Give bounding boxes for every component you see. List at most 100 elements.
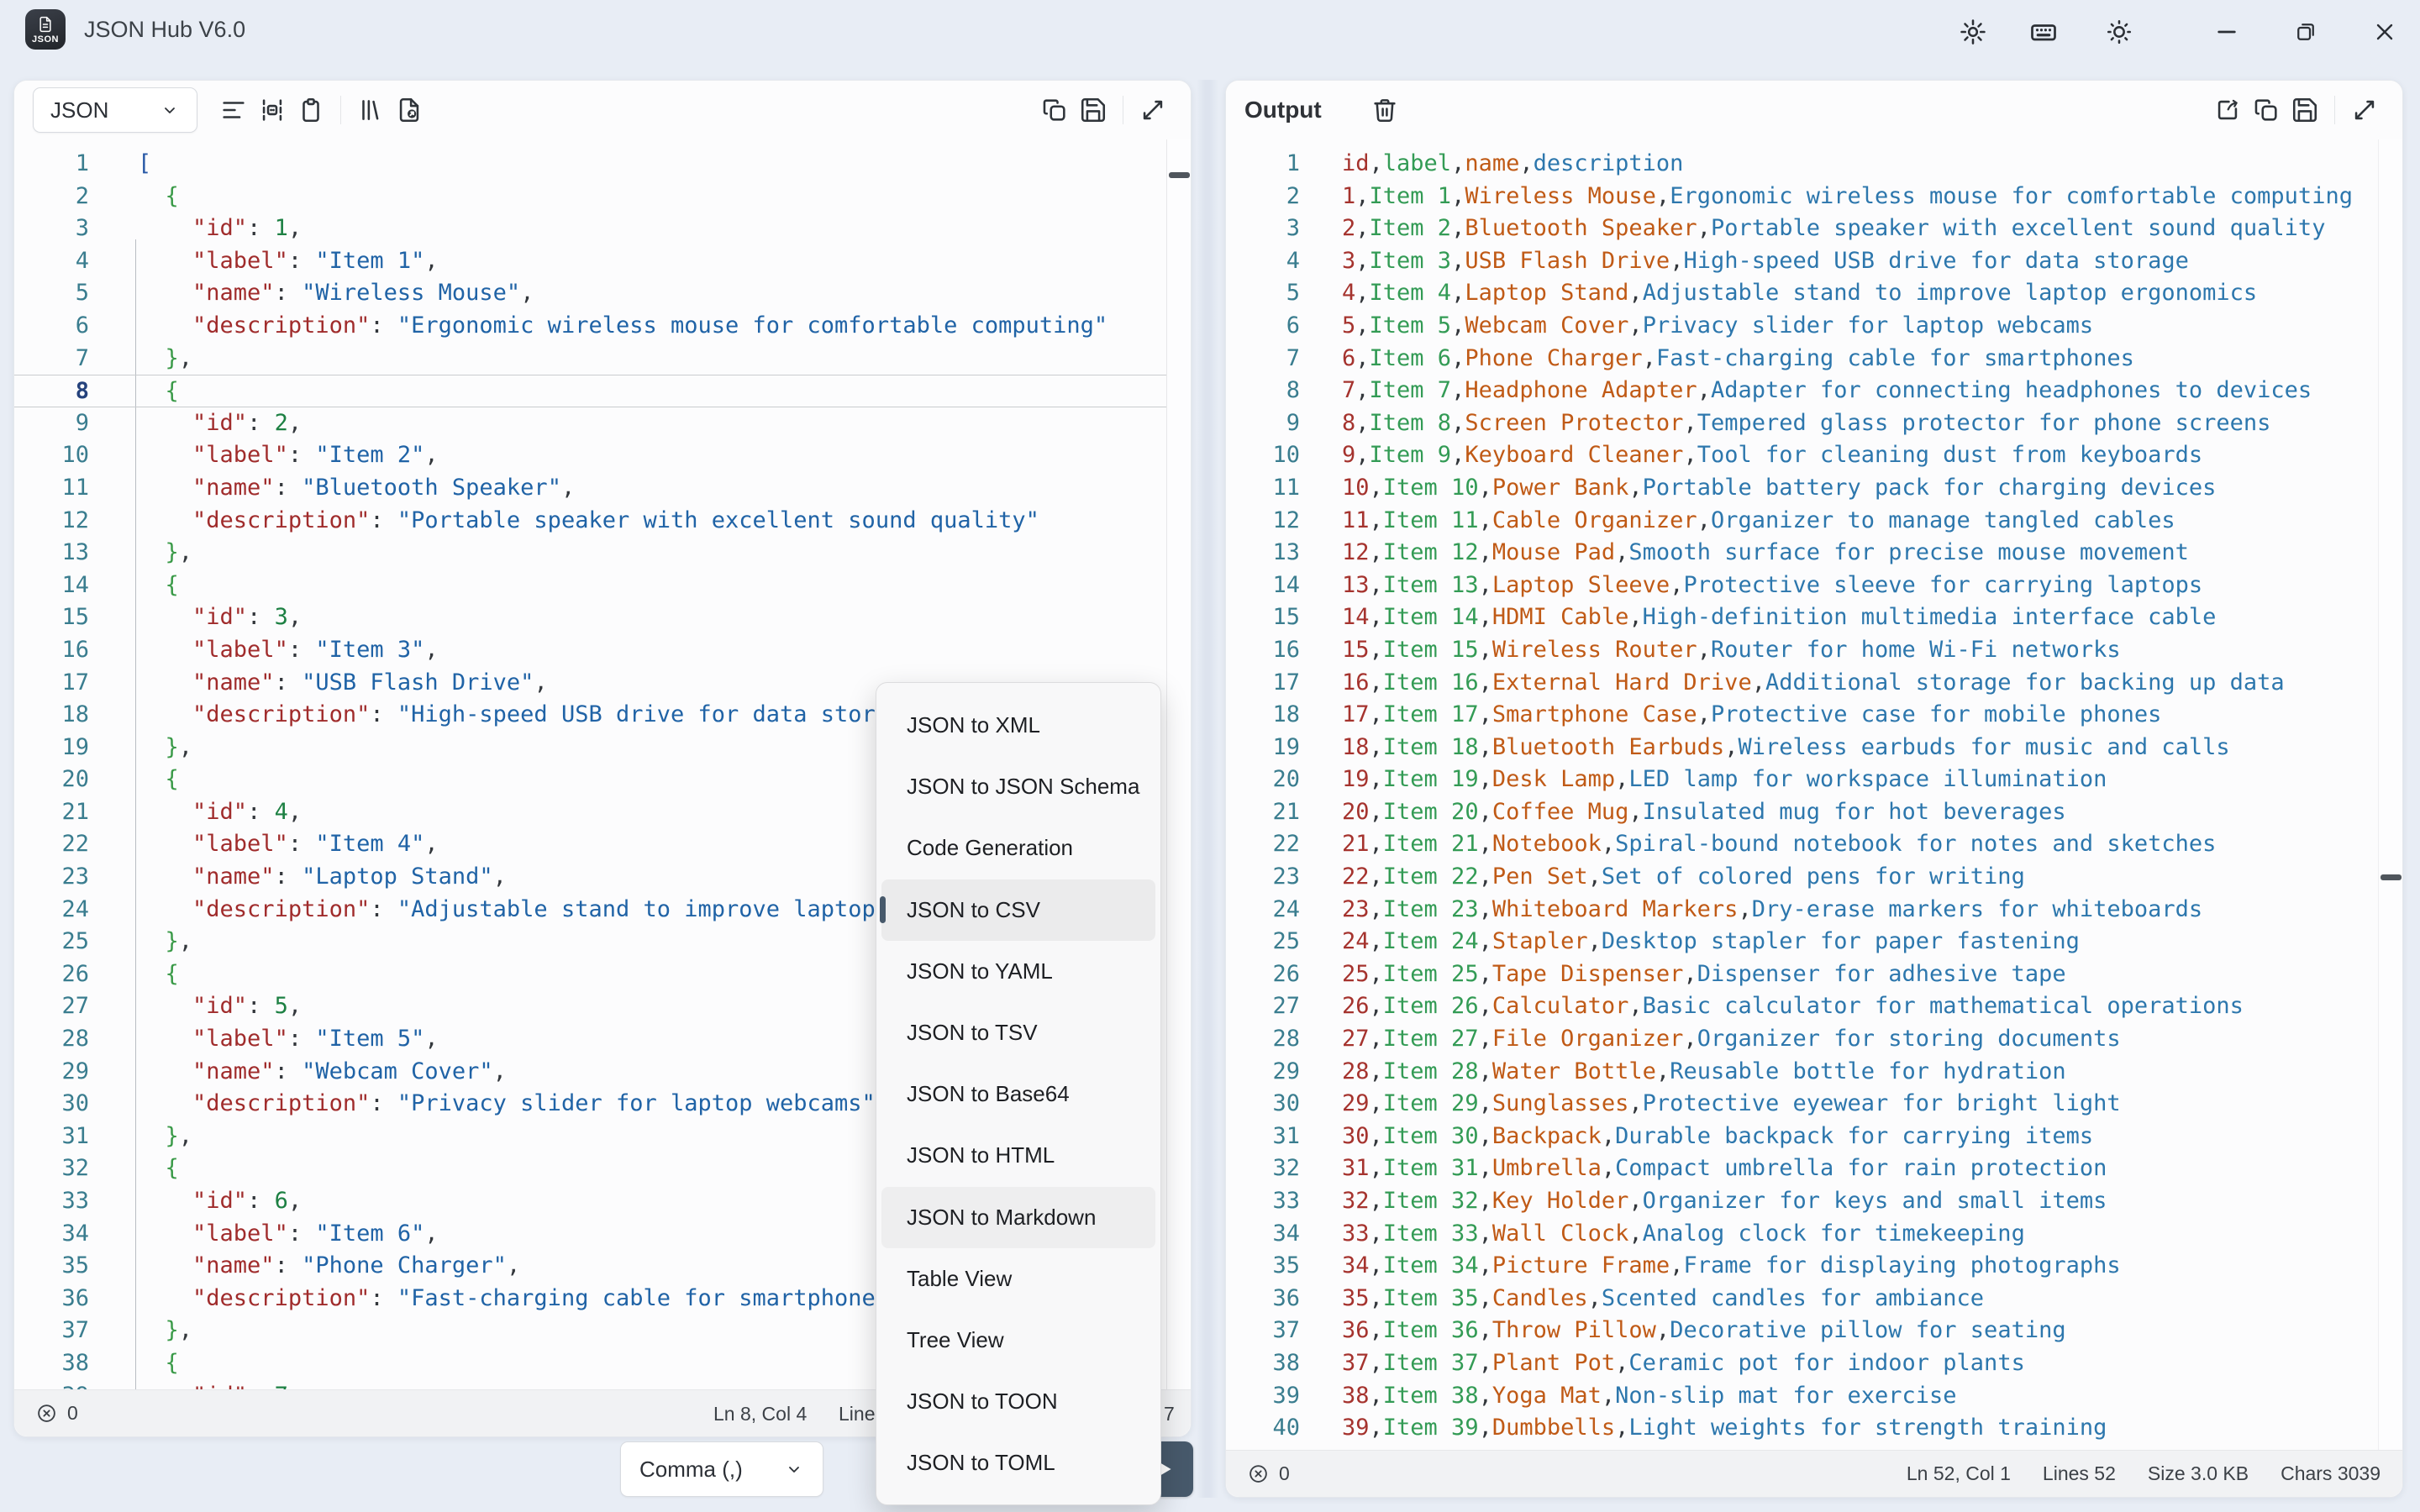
line-content: }, [89, 537, 192, 570]
code-line: 3130,Item 30,Backpack,Durable backpack f… [1226, 1121, 2402, 1153]
code-line: 1615,Item 15,Wireless Router,Router for … [1226, 634, 2402, 667]
code-line: 1id,label,name,description [1226, 148, 2402, 181]
error-count: 0 [67, 1402, 78, 1425]
keyboard-icon[interactable] [2027, 15, 2060, 49]
file-export-icon[interactable] [390, 91, 429, 129]
settings-gear-icon[interactable] [1956, 15, 1990, 49]
cursor-position: Ln 8, Col 4 [713, 1390, 807, 1437]
language-select[interactable]: JSON [33, 87, 197, 133]
line-number: 21 [1226, 796, 1300, 829]
code-line: 43,Item 3,USB Flash Drive,High-speed USB… [1226, 245, 2402, 278]
code-line: 76,Item 6,Phone Charger,Fast-charging ca… [1226, 343, 2402, 375]
line-content: 32,Item 32,Key Holder,Organizer for keys… [1300, 1185, 2107, 1218]
menu-item-label: JSON to Base64 [907, 1081, 1070, 1107]
maximize-restore-button[interactable] [2289, 15, 2323, 49]
circle-x-icon [36, 1403, 57, 1424]
line-content: 38,Item 38,Yoga Mat,Non-slip mat for exe… [1300, 1380, 1957, 1413]
menu-item-label: JSON to TSV [907, 1020, 1038, 1046]
compact-icon[interactable] [253, 91, 292, 129]
line-content: { [89, 375, 179, 407]
expand-icon[interactable] [1134, 91, 1172, 129]
delimiter-select[interactable]: Comma (,) [620, 1441, 823, 1497]
menu-item-json-to-toon[interactable]: JSON to TOON [881, 1371, 1155, 1432]
line-content: 34,Item 34,Picture Frame,Frame for displ… [1300, 1250, 2121, 1283]
menu-item-json-to-yaml[interactable]: JSON to YAML [881, 941, 1155, 1002]
line-number: 3 [14, 213, 89, 245]
save-icon[interactable] [1074, 91, 1113, 129]
line-number: 29 [14, 1056, 89, 1089]
left-scrollbar-thumb[interactable] [1169, 172, 1190, 178]
line-number: 14 [1226, 570, 1300, 602]
toolbar-separator [2334, 96, 2335, 124]
expand-icon[interactable] [2345, 91, 2384, 129]
menu-item-json-to-base64[interactable]: JSON to Base64 [881, 1063, 1155, 1125]
code-line: 65,Item 5,Webcam Cover,Privacy slider fo… [1226, 310, 2402, 343]
toolbar-separator [340, 96, 341, 124]
theme-sun-icon[interactable] [2102, 15, 2136, 49]
app-title: JSON Hub V6.0 [84, 0, 245, 59]
line-number: 27 [14, 990, 89, 1023]
code-line: 32,Item 2,Bluetooth Speaker,Portable spe… [1226, 213, 2402, 245]
line-number: 13 [14, 537, 89, 570]
copy-icon[interactable] [2247, 91, 2286, 129]
app-logo-label: JSON [32, 34, 59, 45]
line-number: 17 [1226, 667, 1300, 700]
menu-item-label: Code Generation [907, 835, 1073, 861]
code-line: 16 "label": "Item 3", [14, 634, 1191, 667]
line-number: 16 [1226, 634, 1300, 667]
line-content: { [89, 570, 179, 602]
line-number: 19 [1226, 732, 1300, 764]
panel-divider[interactable] [1197, 80, 1218, 1498]
line-content: "label": "Item 1", [89, 245, 439, 278]
menu-item-json-to-toml[interactable]: JSON to TOML [881, 1432, 1155, 1494]
line-content: "id": 3, [89, 601, 302, 634]
right-scrollbar-thumb[interactable] [2381, 874, 2402, 880]
menu-item-code-generation[interactable]: Code Generation [881, 817, 1155, 879]
lines-stat-fragment: Line [839, 1390, 875, 1437]
menu-item-json-to-html[interactable]: JSON to HTML [881, 1125, 1155, 1186]
line-content: 39,Item 39,Dumbbells,Light weights for s… [1300, 1412, 2107, 1445]
minimize-button[interactable] [2210, 15, 2244, 49]
line-content: 30,Item 30,Backpack,Durable backpack for… [1300, 1121, 2093, 1153]
line-number: 5 [1226, 277, 1300, 310]
save-icon[interactable] [2286, 91, 2324, 129]
line-content: 12,Item 12,Mouse Pad,Smooth surface for … [1300, 537, 2189, 570]
line-number: 7 [14, 343, 89, 375]
menu-item-json-to-csv[interactable]: JSON to CSV [881, 879, 1155, 941]
line-number: 30 [14, 1088, 89, 1121]
menu-item-table-view[interactable]: Table View [881, 1248, 1155, 1310]
menu-item-json-to-markdown[interactable]: JSON to Markdown [881, 1187, 1155, 1248]
line-number: 6 [14, 310, 89, 343]
csv-output-editor[interactable]: 1id,label,name,description21,Item 1,Wire… [1226, 139, 2402, 1450]
line-content: "label": "Item 2", [89, 439, 439, 472]
line-content: 36,Item 36,Throw Pillow,Decorative pillo… [1300, 1315, 2066, 1347]
code-line: 12 "description": "Portable speaker with… [14, 505, 1191, 538]
code-line: 3231,Item 31,Umbrella,Compact umbrella f… [1226, 1152, 2402, 1185]
menu-item-label: JSON to YAML [907, 958, 1053, 984]
line-content: 28,Item 28,Water Bottle,Reusable bottle … [1300, 1056, 2066, 1089]
library-columns-icon[interactable] [351, 91, 390, 129]
paste-clipboard-icon[interactable] [292, 91, 330, 129]
menu-item-json-to-xml[interactable]: JSON to XML [881, 695, 1155, 756]
language-select-value: JSON [50, 97, 108, 123]
left-scrollbar[interactable] [1166, 139, 1191, 1389]
menu-item-json-to-json-schema[interactable]: JSON to JSON Schema [881, 756, 1155, 817]
menu-item-tree-view[interactable]: Tree View [881, 1310, 1155, 1371]
line-content: "label": "Item 5", [89, 1023, 439, 1056]
close-button[interactable] [2368, 15, 2402, 49]
trash-icon[interactable] [1365, 91, 1404, 129]
right-scrollbar[interactable] [2378, 139, 2402, 1450]
line-content: { [89, 181, 179, 213]
share-icon[interactable] [2208, 91, 2247, 129]
chevron-down-icon [784, 1459, 804, 1479]
error-count: 0 [1279, 1462, 1290, 1485]
line-content: }, [89, 1121, 192, 1153]
copy-icon[interactable] [1035, 91, 1074, 129]
format-icon[interactable] [214, 91, 253, 129]
line-content: 18,Item 18,Bluetooth Earbuds,Wireless ea… [1300, 732, 2230, 764]
line-number: 4 [14, 245, 89, 278]
line-number: 23 [14, 861, 89, 894]
menu-item-json-to-tsv[interactable]: JSON to TSV [881, 1002, 1155, 1063]
menu-item-label: Table View [907, 1266, 1012, 1292]
line-content: "id": 6, [89, 1185, 302, 1218]
